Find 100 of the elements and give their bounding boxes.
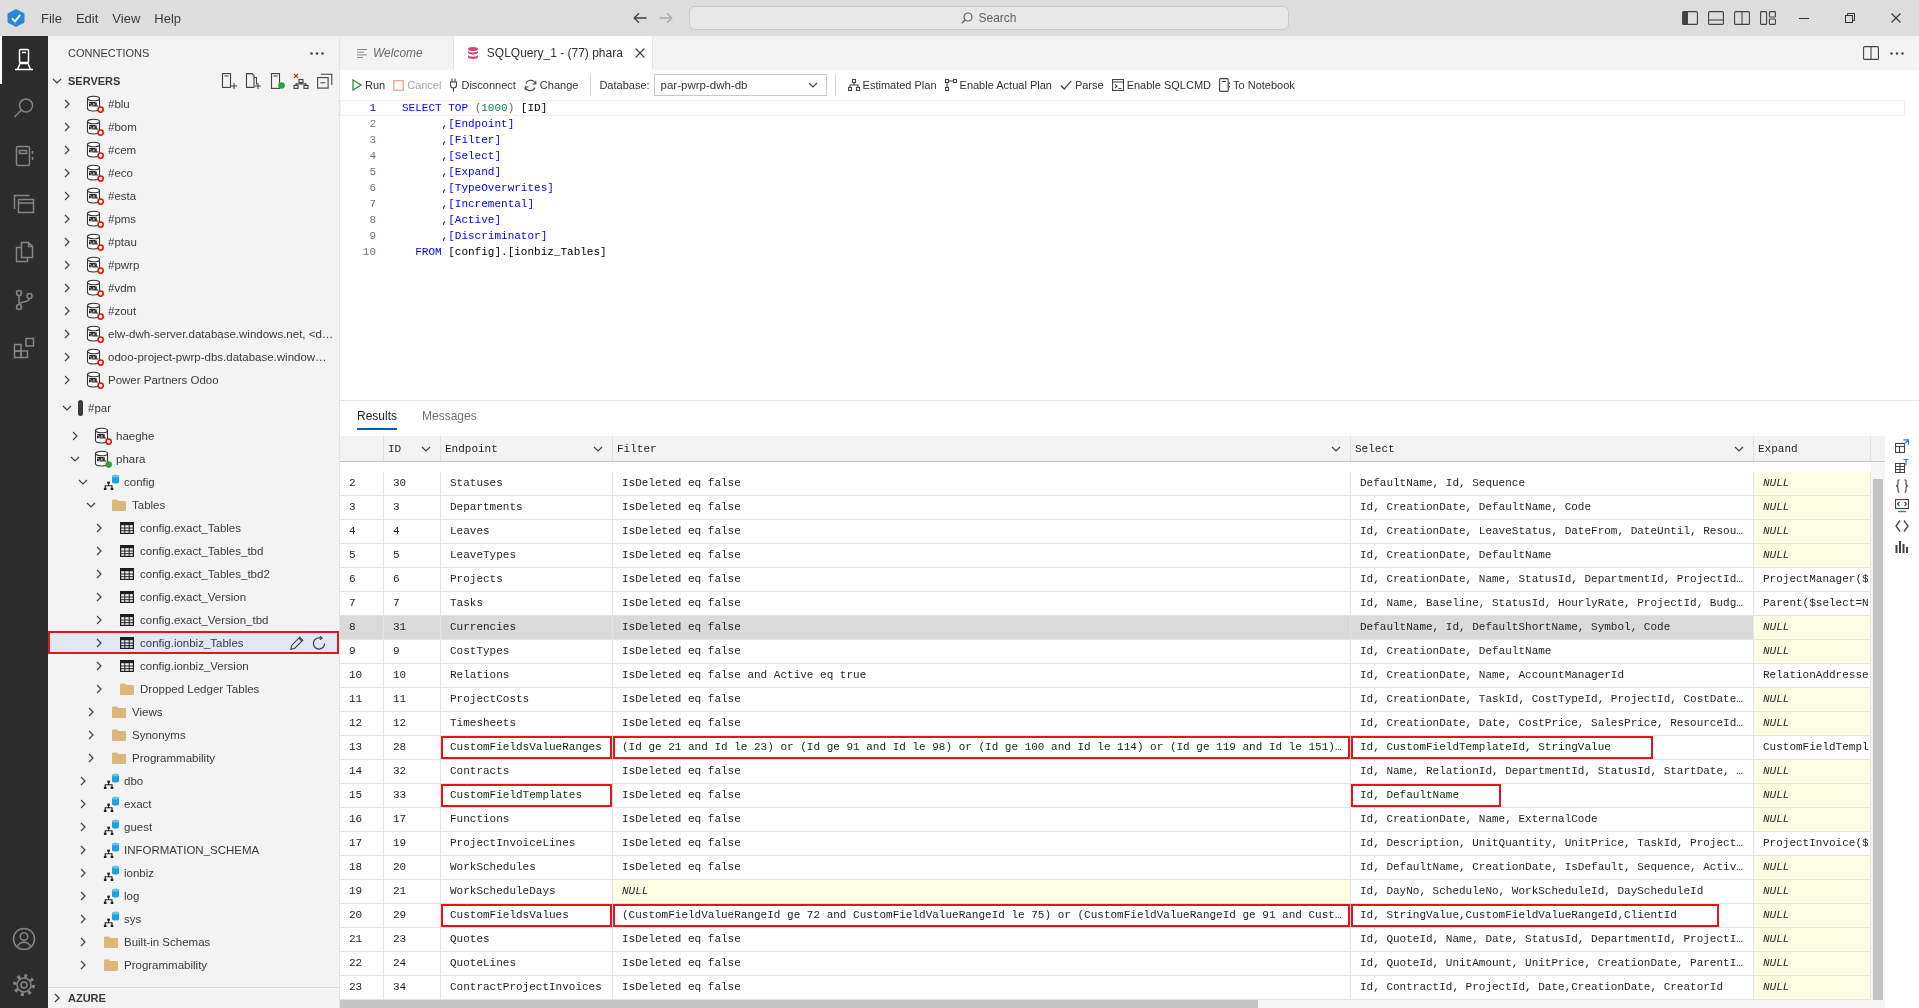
tree-item[interactable]: config.exact_Version — [48, 585, 339, 608]
database-icon — [94, 450, 109, 467]
tree-item[interactable]: phara — [48, 447, 339, 470]
editor-tab[interactable]: SQLQuery_1 - (77) phara — [453, 36, 653, 70]
tree-item[interactable]: #pwrp — [48, 253, 339, 276]
tree-item[interactable]: config.exact_Tables_tbd2 — [48, 562, 339, 585]
sqlcmd-button[interactable]: Enable SQLCMD — [1107, 73, 1216, 97]
tree-item[interactable]: Programmability — [48, 953, 339, 976]
to-notebook-button[interactable]: To Notebook — [1215, 73, 1299, 97]
table-icon — [120, 567, 134, 580]
table-cell: Relations — [441, 664, 613, 688]
column-header[interactable]: ID — [384, 436, 441, 461]
close-icon — [1891, 13, 1901, 23]
tree-item[interactable]: dbo — [48, 769, 339, 792]
tree-item[interactable]: #vdm — [48, 276, 339, 299]
row-number: 10 — [340, 664, 384, 688]
actual-plan-button[interactable]: Enable Actual Plan — [940, 73, 1056, 97]
code-line: ,[Incremental] — [440, 197, 535, 212]
parse-button[interactable]: Parse — [1055, 73, 1108, 97]
tree-item[interactable]: Built-in Schemas — [48, 930, 339, 953]
table-cell: NULL — [1754, 952, 1871, 976]
tree-item[interactable]: config.ionbiz_Tables — [48, 631, 339, 654]
database-icon — [86, 187, 101, 204]
menu-item[interactable]: View — [105, 6, 148, 30]
table-cell: IsDeleted eq false — [613, 688, 1351, 712]
section-header[interactable]: SERVERS — [49, 71, 121, 91]
database-icon — [86, 233, 101, 250]
table-cell: IsDeleted eq false — [613, 808, 1351, 832]
line-number: 9 — [368, 229, 376, 244]
row-number: 4 — [340, 520, 384, 544]
tree-item[interactable]: #bom — [48, 115, 339, 138]
menu-item[interactable]: File — [34, 6, 69, 30]
code-line: SELECT TOP (1000) [ID] — [402, 101, 548, 116]
tree-item[interactable]: haeghe — [48, 424, 339, 447]
menu-item[interactable]: Help — [147, 6, 189, 30]
refresh-button[interactable] — [310, 633, 328, 652]
database-icon — [467, 47, 478, 59]
tree-item[interactable]: ionbiz — [48, 861, 339, 884]
results-tab[interactable]: Results — [357, 403, 397, 430]
tree-item[interactable]: config — [48, 470, 339, 493]
column-header[interactable]: Endpoint — [441, 436, 613, 461]
tree-item[interactable]: exact — [48, 792, 339, 815]
table-cell: LeaveTypes — [441, 544, 613, 568]
column-header[interactable]: Expand — [1754, 436, 1871, 461]
layout-icon — [1760, 11, 1776, 25]
change-connection-button[interactable]: Change — [519, 73, 583, 97]
line-number: 3 — [368, 133, 376, 148]
tree-item[interactable]: odoo-project-pwrp-dbs.database.window… — [48, 345, 339, 368]
tree-item[interactable]: sys — [48, 907, 339, 930]
tree-item[interactable]: INFORMATION_SCHEMA — [48, 838, 339, 861]
table-cell: Id, CreationDate, Date, CostPrice, SalesPrice, ResourceId… — [1351, 712, 1754, 736]
tree-item[interactable]: config.ionbiz_Version — [48, 654, 339, 677]
table-cell: NULL — [1754, 880, 1871, 904]
run-button[interactable]: Run — [348, 73, 390, 97]
vertical-scrollbar[interactable] — [1871, 462, 1885, 1000]
tree-item[interactable]: #ptau — [48, 230, 339, 253]
tree-item[interactable]: #zout — [48, 299, 339, 322]
command-center[interactable]: Search — [689, 6, 1289, 30]
database-icon — [86, 118, 101, 135]
tree-item[interactable]: Programmability — [48, 746, 339, 769]
folder-icon — [104, 958, 118, 971]
tree-item[interactable]: #par — [48, 396, 339, 419]
estimated-plan-button[interactable]: Estimated Plan — [843, 73, 941, 97]
tree-item[interactable]: config.exact_Tables_tbd — [48, 539, 339, 562]
horizontal-scrollbar[interactable] — [340, 1000, 1885, 1008]
table-cell: Id, StringValue,CustomFieldValueRangeId,ClientId — [1351, 904, 1754, 928]
folder-icon — [104, 935, 118, 948]
tree-item[interactable]: Tables — [48, 493, 339, 516]
tree-item[interactable]: #pms — [48, 207, 339, 230]
tree-item[interactable]: Power Partners Odoo — [48, 368, 339, 391]
table-icon — [120, 636, 134, 649]
tree-item[interactable]: #esta — [48, 184, 339, 207]
tree-item[interactable]: Dropped Ledger Tables — [48, 677, 339, 700]
tree-item[interactable]: guest — [48, 815, 339, 838]
tree-item[interactable]: Synonyms — [48, 723, 339, 746]
table-cell: 20 — [384, 856, 441, 880]
menu-item[interactable]: Edit — [68, 6, 106, 30]
disconnect-button[interactable]: Disconnect — [445, 73, 520, 97]
database-dropdown[interactable]: par-pwrp-dwh-db — [653, 74, 827, 96]
results-tab[interactable]: Messages — [422, 403, 477, 430]
tree-item[interactable]: Views — [48, 700, 339, 723]
tree-item[interactable]: #cem — [48, 138, 339, 161]
tree-item[interactable]: #eco — [48, 161, 339, 184]
tree-item[interactable]: log — [48, 884, 339, 907]
row-number: 16 — [340, 808, 384, 832]
row-number: 12 — [340, 712, 384, 736]
tree-item[interactable]: #blu — [48, 92, 339, 115]
table-cell: Departments — [441, 496, 613, 520]
tree-item[interactable]: config.exact_Version_tbd — [48, 608, 339, 631]
nodes-icon — [944, 79, 957, 91]
section-header[interactable]: AZURE — [49, 988, 106, 1008]
table-cell: Id, Name, RelationId, DepartmentId, StatusId, StartDate, … — [1351, 760, 1754, 784]
table-cell: IsDeleted eq false — [613, 712, 1351, 736]
table-cell: NULL — [613, 880, 1351, 904]
plug-icon — [449, 78, 459, 92]
column-header[interactable]: Filter — [613, 436, 1351, 461]
tree-item[interactable]: elw-dwh-server.database.windows.net, <d… — [48, 322, 339, 345]
tree-item[interactable]: config.exact_Tables — [48, 516, 339, 539]
column-header[interactable]: Select — [1351, 436, 1754, 461]
table-cell: IsDeleted eq false — [613, 616, 1351, 640]
